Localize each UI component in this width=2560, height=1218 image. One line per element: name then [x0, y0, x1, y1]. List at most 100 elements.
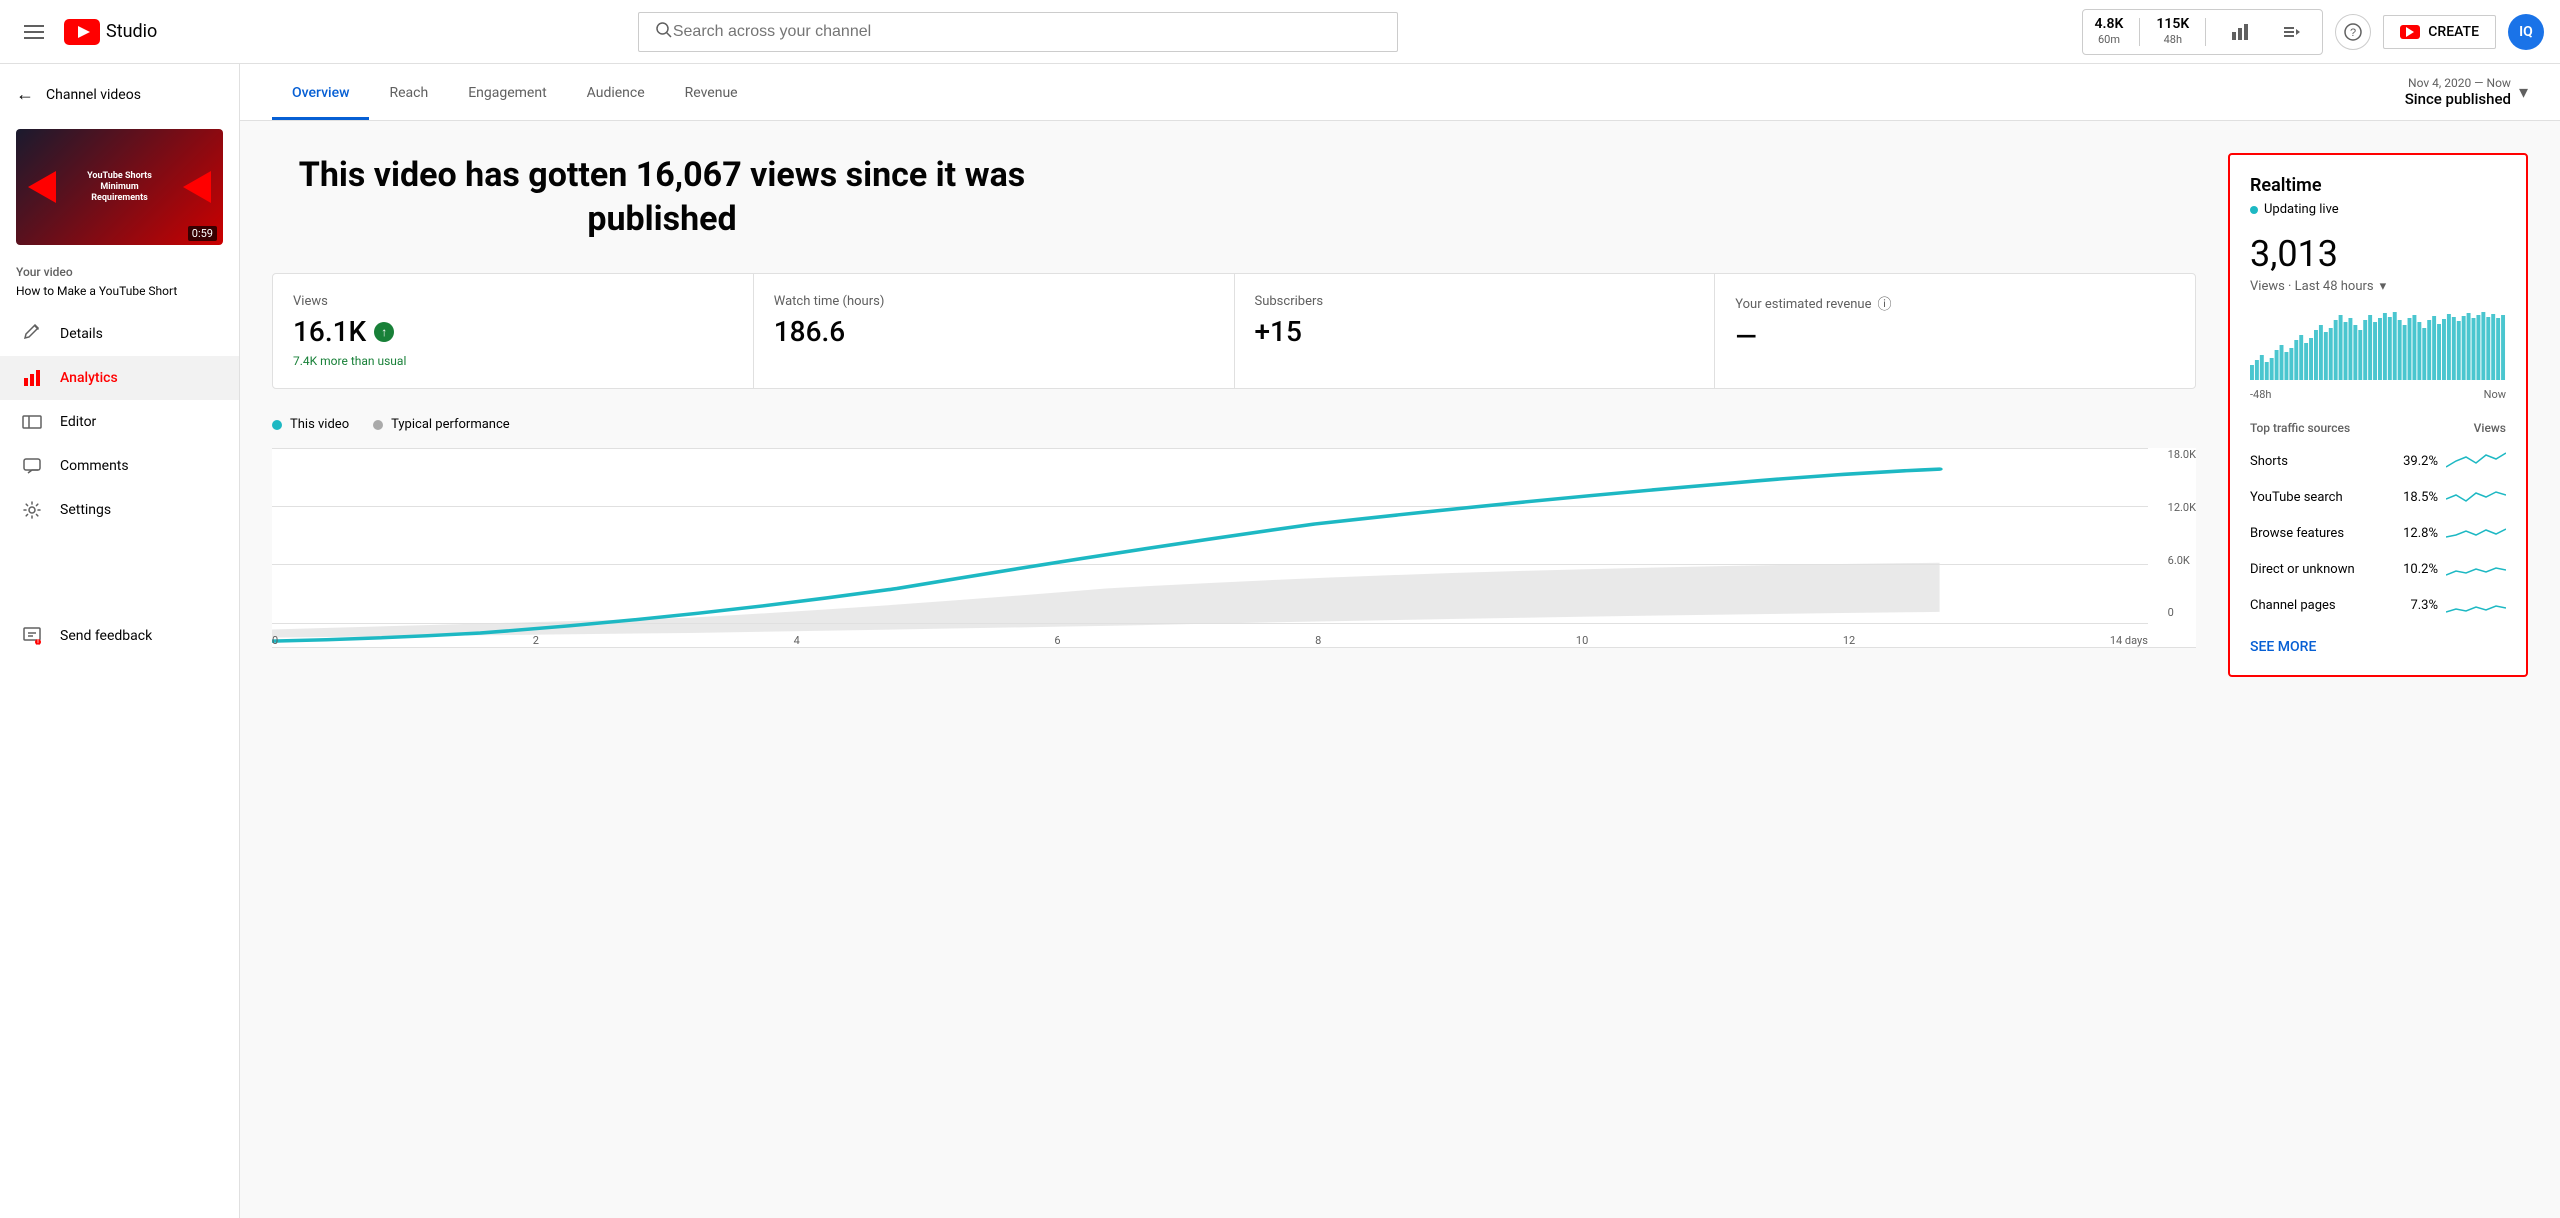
info-icon[interactable]: ⓘ	[1878, 294, 1892, 314]
sidebar-item-analytics-label: Analytics	[60, 370, 118, 386]
main-content: Overview Reach Engagement Audience Reven…	[240, 64, 2560, 1218]
y-label-mid1: 12.0K	[2168, 501, 2196, 514]
create-button[interactable]: CREATE	[2383, 15, 2496, 49]
traffic-sparkline-channel	[2446, 593, 2506, 617]
traffic-views-col: Views	[2474, 421, 2506, 435]
date-range: Nov 4, 2020 — Now	[2405, 76, 2511, 90]
content-header: Overview Reach Engagement Audience Reven…	[240, 64, 2560, 121]
traffic-header: Top traffic sources Views	[2250, 421, 2506, 435]
thumb-duration: 0:59	[188, 226, 217, 241]
analytics-icon	[20, 368, 44, 388]
stat-divider-2	[2205, 18, 2206, 46]
svg-text:?: ?	[2350, 27, 2356, 39]
views-stat: 4.8K 60m	[2095, 15, 2124, 47]
x-label-0: 0	[272, 634, 278, 647]
help-icon-btn[interactable]: ?	[2335, 14, 2371, 50]
tab-audience[interactable]: Audience	[567, 69, 665, 120]
metric-revenue-label: Your estimated revenue ⓘ	[1735, 294, 2175, 314]
impressions-stat: 115K 48h	[2156, 15, 2189, 47]
realtime-chart	[2250, 310, 2506, 380]
y-label-top: 18.0K	[2168, 448, 2196, 461]
tab-reach[interactable]: Reach	[369, 69, 448, 120]
stat-divider	[2139, 18, 2140, 46]
traffic-pct-channel: 7.3%	[2388, 598, 2438, 613]
sidebar-item-comments-label: Comments	[60, 458, 129, 474]
traffic-source-direct: Direct or unknown	[2250, 562, 2388, 577]
date-label: Nov 4, 2020 — Now Since published	[2405, 76, 2511, 108]
back-arrow-icon: ←	[16, 84, 34, 105]
y-label-bottom: 0	[2168, 606, 2196, 619]
sidebar-item-editor[interactable]: Editor	[0, 400, 239, 444]
realtime-views-label[interactable]: Views · Last 48 hours ▾	[2250, 279, 2506, 294]
create-label: CREATE	[2428, 24, 2479, 40]
realtime-dropdown-arrow: ▾	[2380, 279, 2387, 294]
realtime-title: Realtime	[2250, 175, 2506, 196]
metric-revenue-value: —	[1735, 320, 2175, 353]
chart-svg	[272, 448, 2148, 647]
metric-views-value: 16.1K ↑	[293, 315, 733, 348]
traffic-row-search: YouTube search 18.5%	[2250, 479, 2506, 515]
youtube-icon	[64, 19, 100, 45]
legend-this-video[interactable]: This video	[272, 417, 349, 432]
metric-watchtime-value: 186.6	[774, 315, 1214, 348]
video-thumbnail[interactable]: YouTube ShortsMinimumRequirements 0:59	[16, 129, 223, 245]
date-since: Since published	[2405, 90, 2511, 108]
logo[interactable]: Studio	[64, 19, 157, 45]
legend-gray-dot	[373, 420, 383, 430]
traffic-row-direct: Direct or unknown 10.2%	[2250, 551, 2506, 587]
legend-this-video-label: This video	[290, 417, 349, 432]
svg-text:!: !	[37, 638, 39, 646]
nav-right: 4.8K 60m 115K 48h ? CREATE IQ	[2082, 9, 2544, 55]
sidebar-item-analytics[interactable]: Analytics	[0, 356, 239, 400]
dropdown-arrow-icon: ▾	[2519, 82, 2528, 103]
x-label-12: 12	[1843, 634, 1855, 647]
impressions-value: 115K	[2156, 15, 2189, 33]
main-stats: This video has gotten 16,067 views since…	[272, 153, 2196, 677]
traffic-pct-search: 18.5%	[2388, 490, 2438, 505]
headline: This video has gotten 16,067 views since…	[272, 153, 1052, 241]
sidebar-item-comments[interactable]: Comments	[0, 444, 239, 488]
legend-typical[interactable]: Typical performance	[373, 417, 510, 432]
chart-icon-btn[interactable]	[2222, 14, 2258, 50]
sidebar-item-details[interactable]: Details	[0, 312, 239, 356]
thumb-play-right-icon	[183, 171, 211, 203]
video-thumbnail-container: YouTube ShortsMinimumRequirements 0:59	[0, 117, 239, 257]
x-label-2: 2	[533, 634, 539, 647]
up-arrow-icon: ↑	[374, 322, 394, 342]
realtime-live: Updating live	[2250, 202, 2506, 217]
metrics-row: Views 16.1K ↑ 7.4K more than usual Watch…	[272, 273, 2196, 389]
tab-overview[interactable]: Overview	[272, 69, 369, 120]
avatar[interactable]: IQ	[2508, 14, 2544, 50]
hamburger-menu[interactable]	[16, 17, 52, 47]
sidebar-feedback[interactable]: ! Send feedback	[0, 612, 239, 660]
realtime-chart-svg	[2250, 310, 2506, 380]
gear-icon	[20, 500, 44, 520]
metric-views-sub: 7.4K more than usual	[293, 354, 733, 368]
studio-label: Studio	[106, 21, 157, 42]
feedback-label: Send feedback	[60, 628, 152, 644]
tabs: Overview Reach Engagement Audience Reven…	[272, 69, 758, 120]
views-value: 4.8K	[2095, 15, 2124, 33]
date-selector[interactable]: Nov 4, 2020 — Now Since published ▾	[2405, 64, 2528, 120]
legend-teal-dot	[272, 420, 282, 430]
metric-revenue: Your estimated revenue ⓘ —	[1715, 274, 2195, 388]
feedback-icon: !	[20, 626, 44, 646]
chart-area: 18.0K 12.0K 6.0K 0 0 2 4 6 8 10 12	[272, 448, 2196, 648]
search-input[interactable]	[673, 23, 1381, 41]
chart-x-labels: 0 2 4 6 8 10 12 14 days	[272, 630, 2148, 647]
traffic-sources-col: Top traffic sources	[2250, 421, 2350, 435]
see-more-button[interactable]: SEE MORE	[2250, 639, 2316, 655]
video-title-text: How to Make a YouTube Short	[16, 283, 223, 300]
tab-engagement[interactable]: Engagement	[448, 69, 566, 120]
traffic-source-shorts: Shorts	[2250, 454, 2388, 469]
sidebar-item-details-label: Details	[60, 326, 103, 342]
realtime-panel: Realtime Updating live 3,013 Views · Las…	[2228, 153, 2528, 677]
traffic-sparkline-direct	[2446, 557, 2506, 581]
sidebar-back-button[interactable]: ← Channel videos	[0, 72, 239, 117]
x-label-14: 14 days	[2110, 634, 2148, 647]
sidebar-item-settings[interactable]: Settings	[0, 488, 239, 532]
tab-revenue[interactable]: Revenue	[665, 69, 758, 120]
traffic-sparkline-shorts	[2446, 449, 2506, 473]
realtime-time-labels: -48h Now	[2250, 388, 2506, 401]
playlist-icon-btn[interactable]	[2274, 14, 2310, 50]
